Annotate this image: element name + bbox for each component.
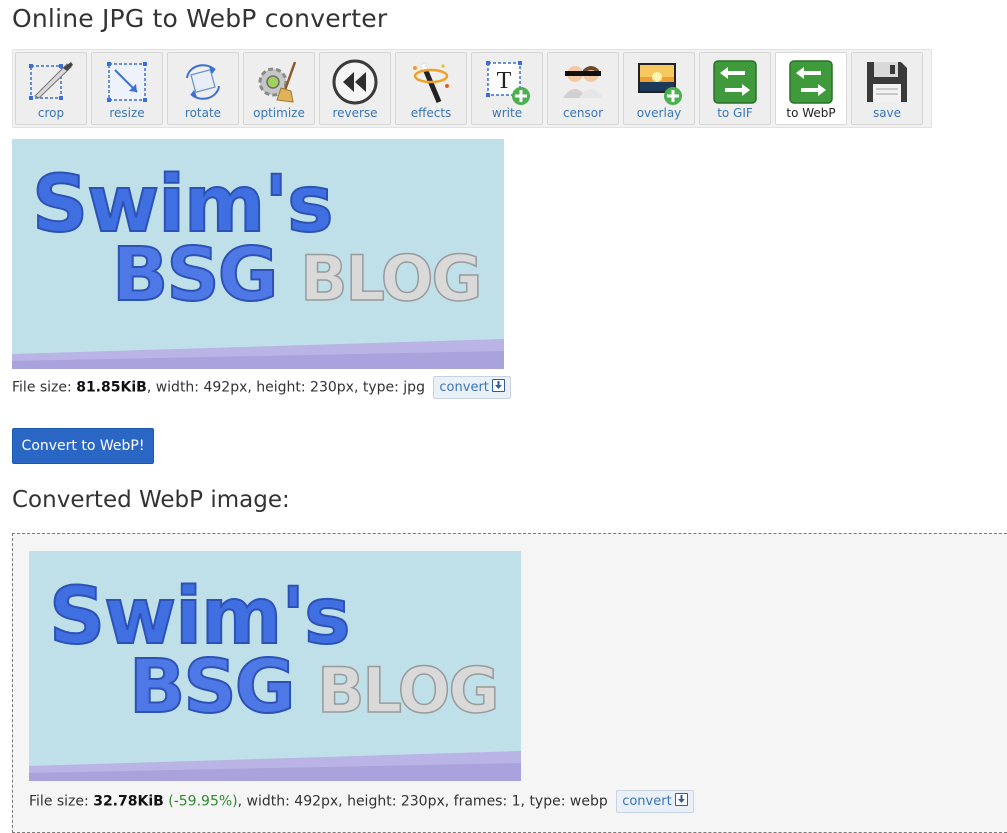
svg-text:BSG BLOG: BSG BLOG (129, 644, 497, 730)
file-details: , width: 492px, height: 230px, frames: 1… (237, 793, 608, 810)
tool-label: optimize (253, 106, 305, 120)
tool-toolbar: crop resize rotate optimize reverse effe… (12, 49, 932, 128)
source-image: Swim's BSG BLOG (12, 139, 504, 369)
tool-save[interactable]: save (851, 52, 923, 125)
bsg-text-b: BSG (112, 232, 276, 318)
source-convert-button[interactable]: convert (433, 376, 511, 399)
crop-icon (29, 62, 73, 100)
convert-label: convert (439, 380, 489, 395)
tool-label: reverse (332, 106, 378, 120)
convert-label: convert (622, 794, 672, 809)
tool-label: overlay (636, 106, 682, 120)
tool-label: censor (562, 106, 604, 120)
reverse-icon (332, 59, 378, 105)
blog-text: BLOG (317, 654, 497, 727)
converted-image: Swim's BSG BLOG (29, 551, 521, 781)
source-image-graphic: Swim's BSG BLOG (12, 139, 504, 369)
source-file-info: File size: 81.85KiB, width: 492px, heigh… (12, 376, 511, 399)
tool-label: to GIF (717, 106, 753, 120)
converted-image-graphic: Swim's BSG BLOG (29, 551, 521, 781)
tool-label: write (491, 106, 523, 120)
download-icon (674, 793, 688, 806)
result-convert-button[interactable]: convert (616, 790, 694, 813)
file-details: , width: 492px, height: 230px, type: jpg (146, 379, 425, 396)
file-size-value: 32.78KiB (93, 793, 164, 810)
svg-text:BSG BLOG: BSG BLOG (112, 232, 480, 318)
tool-label: to WebP (786, 106, 836, 120)
tool-write[interactable]: T write (471, 52, 543, 125)
save-icon (867, 62, 907, 102)
bsg-text-b: BSG (129, 644, 293, 730)
tool-to-gif[interactable]: to GIF (699, 52, 771, 125)
convert-arrows-icon (713, 60, 757, 104)
file-size-value: 81.85KiB (76, 379, 147, 396)
write-icon: T (486, 61, 530, 105)
optimize-icon (258, 61, 297, 103)
file-size-label: File size: (12, 379, 77, 396)
size-change: (-59.95%) (168, 793, 238, 810)
file-size-label: File size: (29, 793, 94, 810)
tool-resize[interactable]: resize (91, 52, 163, 125)
tool-crop[interactable]: crop (15, 52, 87, 125)
convert-to-webp-button[interactable]: Convert to WebP! (12, 428, 154, 464)
overlay-icon (638, 63, 682, 105)
blog-text: BLOG (300, 242, 480, 315)
result-panel: Swim's BSG BLOG File size: 32.78KiB (-59… (12, 533, 1007, 833)
resize-icon (107, 62, 147, 102)
tool-label: save (872, 106, 902, 120)
result-heading: Converted WebP image: (12, 487, 290, 513)
tool-label: crop (37, 106, 65, 120)
result-file-info: File size: 32.78KiB (-59.95%), width: 49… (29, 790, 694, 813)
tool-label: effects (410, 106, 452, 120)
tool-effects[interactable]: effects (395, 52, 467, 125)
svg-text:T: T (497, 68, 512, 94)
tool-overlay[interactable]: overlay (623, 52, 695, 125)
tool-optimize[interactable]: optimize (243, 52, 315, 125)
rotate-icon (186, 64, 220, 100)
tool-rotate[interactable]: rotate (167, 52, 239, 125)
tool-reverse[interactable]: reverse (319, 52, 391, 125)
tool-to-webp[interactable]: to WebP (775, 52, 847, 125)
tool-censor[interactable]: censor (547, 52, 619, 125)
download-icon (491, 379, 505, 392)
page-title: Online JPG to WebP converter (12, 4, 388, 33)
convert-arrows-icon (789, 60, 833, 104)
effects-icon (413, 63, 449, 103)
censor-icon (563, 66, 603, 98)
tool-label: rotate (184, 106, 222, 120)
tool-label: resize (109, 106, 145, 120)
